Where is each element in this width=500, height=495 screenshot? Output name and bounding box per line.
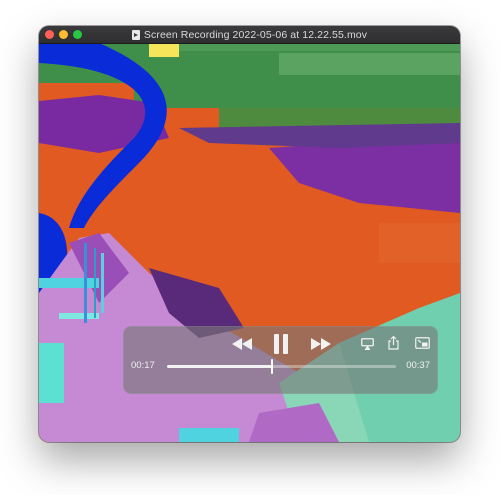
total-time: 00:37 <box>406 360 430 371</box>
rewind-icon <box>232 338 252 350</box>
share-button[interactable] <box>387 335 399 351</box>
picture-in-picture-button[interactable] <box>414 336 430 350</box>
share-icon <box>387 336 399 350</box>
current-time: 00:17 <box>131 360 155 371</box>
window-title: Screen Recording 2022-05-06 at 12.22.55.… <box>143 28 368 41</box>
document-icon[interactable] <box>131 29 140 40</box>
fast-forward-icon <box>311 338 331 350</box>
airplay-icon <box>360 338 374 350</box>
desktop-background: Screen Recording 2022-05-06 at 12.22.55.… <box>0 0 500 495</box>
airplay-button[interactable] <box>360 337 374 351</box>
title-bar[interactable]: Screen Recording 2022-05-06 at 12.22.55.… <box>39 26 460 44</box>
scrubber-playhead[interactable] <box>271 359 274 374</box>
quicktime-window: Screen Recording 2022-05-06 at 12.22.55.… <box>39 26 460 442</box>
pause-button[interactable] <box>271 333 291 355</box>
pause-icon <box>274 334 288 354</box>
playback-controls: 00:17 00:37 <box>123 326 438 394</box>
rewind-button[interactable] <box>231 336 253 352</box>
picture-in-picture-icon <box>414 337 430 349</box>
scrubber-progress-fill <box>167 365 273 368</box>
window-title-group: Screen Recording 2022-05-06 at 12.22.55.… <box>39 26 460 43</box>
playback-scrubber[interactable] <box>167 359 396 374</box>
fast-forward-button[interactable] <box>310 336 332 352</box>
